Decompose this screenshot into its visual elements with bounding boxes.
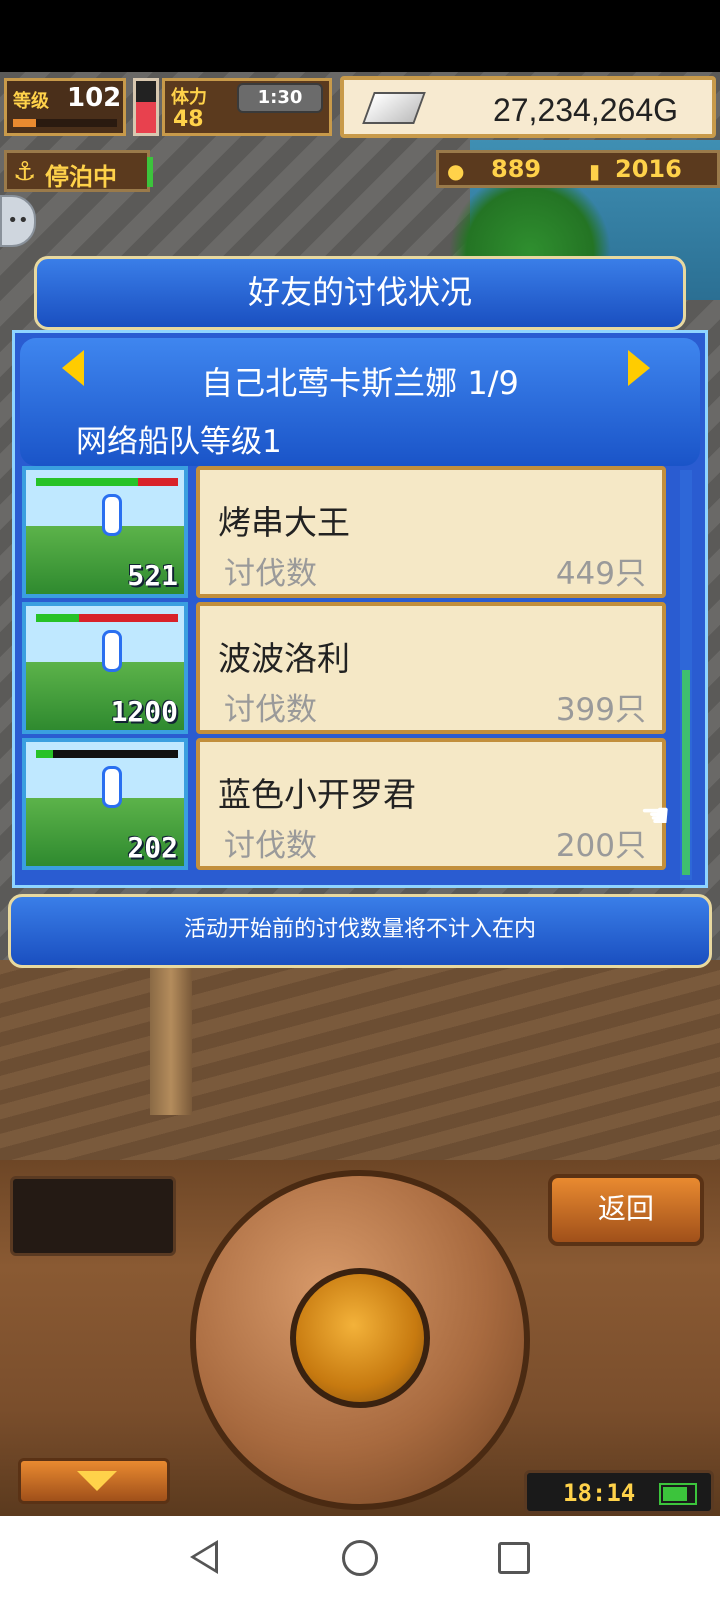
kill-card: 蓝色小开罗君 讨伐数 200只 [196, 738, 666, 870]
monster-name: 烤串大王 [218, 503, 350, 542]
stamina-label: 体力 [171, 87, 207, 108]
kill-count: 399只 [555, 692, 646, 728]
kill-count: 449只 [555, 556, 646, 592]
coin-icon: ▮ [589, 159, 601, 183]
list-item[interactable]: 202 蓝色小开罗君 讨伐数 200只 [22, 738, 674, 870]
kill-label: 讨伐数 [224, 556, 317, 592]
nav-back-icon[interactable] [190, 1540, 218, 1574]
anchor-icon: ⚓ [13, 157, 37, 187]
kill-label: 讨伐数 [224, 828, 317, 864]
stamina-value: 48 [173, 107, 204, 132]
level-value: 102 [67, 83, 122, 113]
device-top-bar [0, 0, 720, 72]
mini-screen [10, 1176, 176, 1256]
player-level-panel: 等级 102 [4, 78, 126, 136]
fleet-level: 网络船队等级1 [76, 424, 282, 460]
menu-down-button[interactable] [18, 1458, 170, 1504]
back-button[interactable]: 返回 [548, 1174, 704, 1246]
kill-label: 讨伐数 [224, 692, 317, 728]
stamina-panel: 体力 48 1:30 [162, 78, 332, 136]
level-exp-bar [13, 119, 117, 127]
stamina-timer: 1:30 [237, 83, 323, 113]
resource-food-value: 889 [491, 155, 542, 183]
monster-name: 蓝色小开罗君 [218, 775, 416, 814]
monster-hp-bar [36, 750, 178, 758]
nav-recents-icon[interactable] [498, 1542, 530, 1574]
nav-home-icon[interactable] [342, 1540, 378, 1576]
friend-name: 自己北莺卡斯兰娜 1/9 [201, 364, 519, 402]
anchored-status-text: 停泊中 [45, 163, 117, 191]
alert-icon [102, 766, 122, 808]
pointing-hand-cursor-icon: ☚ [640, 796, 671, 836]
monster-thumbnail: 521 [22, 466, 188, 598]
ship-deck [0, 960, 720, 1160]
chevron-down-icon [77, 1471, 117, 1491]
monster-thumbnail: 202 [22, 738, 188, 870]
monster-number: 202 [127, 831, 178, 864]
monster-number: 521 [127, 559, 178, 592]
monster-number: 1200 [110, 695, 178, 728]
ship-mast [150, 965, 192, 1115]
anchored-status-badge: ⚓ 停泊中 [4, 150, 153, 192]
clock-display: 18:14 [524, 1470, 714, 1514]
dialog-note: 活动开始前的讨伐数量将不计入在内 [8, 894, 712, 968]
status-indicator [147, 157, 153, 187]
monster-hp-bar [36, 478, 178, 486]
list-scrollbar-thumb[interactable] [682, 670, 690, 875]
list-item[interactable]: 1200 波波洛利 讨伐数 399只 [22, 602, 674, 734]
gold-panel: 27,234,264G [340, 76, 716, 138]
battery-icon [659, 1483, 697, 1505]
monster-thumbnail: 1200 [22, 602, 188, 734]
kill-count: 200只 [555, 828, 646, 864]
clock-time: 18:14 [563, 1479, 636, 1507]
kill-card: 烤串大王 讨伐数 449只 [196, 466, 666, 598]
dial-center-button[interactable] [290, 1268, 430, 1408]
silver-bar-icon [362, 92, 426, 124]
list-item[interactable]: 521 烤串大王 讨伐数 449只 [22, 466, 674, 598]
level-label: 等级 [13, 91, 49, 112]
gold-amount: 27,234,264G [492, 92, 678, 128]
alert-icon [102, 630, 122, 672]
next-friend-arrow-icon[interactable] [628, 350, 650, 386]
resource-coin-value: 2016 [615, 155, 682, 183]
meat-icon: ● [447, 159, 465, 183]
kill-card: 波波洛利 讨伐数 399只 [196, 602, 666, 734]
alert-icon [102, 494, 122, 536]
stamina-gauge [133, 78, 159, 136]
dialog-title: 好友的讨伐状况 [34, 256, 686, 330]
resources-panel: ● 889 ▮ 2016 [436, 150, 720, 188]
prev-friend-arrow-icon[interactable] [62, 350, 84, 386]
monster-hp-bar [36, 614, 178, 622]
monster-name: 波波洛利 [218, 639, 350, 678]
